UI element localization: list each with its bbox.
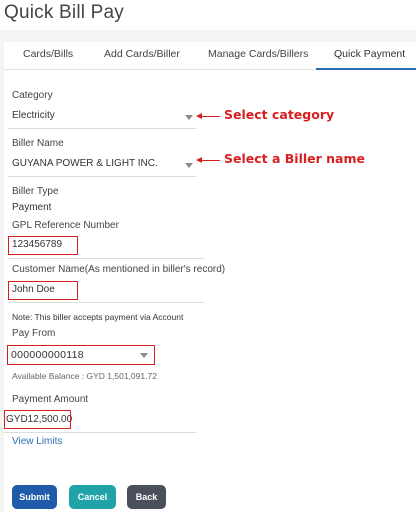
- biller-name-value: GUYANA POWER & LIGHT INC.: [12, 158, 158, 169]
- biller-name-select[interactable]: GUYANA POWER & LIGHT INC.: [8, 154, 196, 176]
- customer-name-label: Customer Name(As mentioned in biller's r…: [12, 264, 226, 275]
- customer-name-underline: [8, 302, 204, 303]
- highlight-box: [8, 281, 78, 300]
- tab-cards-bills[interactable]: Cards/Bills: [23, 48, 73, 60]
- category-label: Category: [12, 90, 53, 101]
- annotation-select-biller: Select a Biller name: [224, 151, 365, 166]
- back-button[interactable]: Back: [127, 485, 166, 509]
- pay-from-label: Pay From: [12, 328, 56, 339]
- biller-type-label: Biller Type: [12, 186, 59, 197]
- payment-amount-underline: [4, 432, 196, 433]
- content-panel: Cards/Bills Add Cards/Biller Manage Card…: [0, 30, 416, 512]
- tab-bar: Cards/Bills Add Cards/Biller Manage Card…: [4, 42, 416, 70]
- submit-button[interactable]: Submit: [12, 485, 57, 509]
- biller-name-label: Biller Name: [12, 138, 64, 149]
- tab-manage-cards-billers[interactable]: Manage Cards/Billers: [208, 48, 308, 60]
- payment-note: Note: This biller accepts payment via Ac…: [12, 312, 184, 322]
- view-limits-link[interactable]: View Limits: [12, 436, 62, 447]
- cancel-button[interactable]: Cancel: [69, 485, 116, 509]
- reference-number-underline: [8, 258, 204, 259]
- highlight-box: [4, 410, 71, 429]
- chevron-down-icon: [185, 163, 193, 168]
- active-tab-indicator: [316, 68, 416, 70]
- highlight-box: [7, 345, 155, 365]
- annotation-arrow: [200, 116, 220, 117]
- chevron-down-icon: [185, 115, 193, 120]
- tab-quick-payment[interactable]: Quick Payment: [334, 48, 405, 60]
- tab-add-cards-biller[interactable]: Add Cards/Biller: [104, 48, 180, 60]
- quick-payment-card: Cards/Bills Add Cards/Biller Manage Card…: [4, 42, 416, 512]
- highlight-box: [8, 236, 78, 255]
- category-value: Electricity: [12, 110, 55, 121]
- category-select[interactable]: Electricity: [8, 106, 196, 128]
- biller-type-value: Payment: [12, 202, 52, 213]
- biller-name-underline: [8, 176, 196, 177]
- available-balance: Available Balance : GYD 1,501,091.72: [12, 371, 157, 381]
- annotation-arrow: [200, 160, 220, 161]
- payment-amount-label: Payment Amount: [12, 394, 89, 405]
- reference-number-label: GPL Reference Number: [12, 220, 119, 231]
- annotation-select-category: Select category: [224, 107, 335, 122]
- page-title: Quick Bill Pay: [4, 2, 125, 23]
- category-underline: [8, 128, 196, 129]
